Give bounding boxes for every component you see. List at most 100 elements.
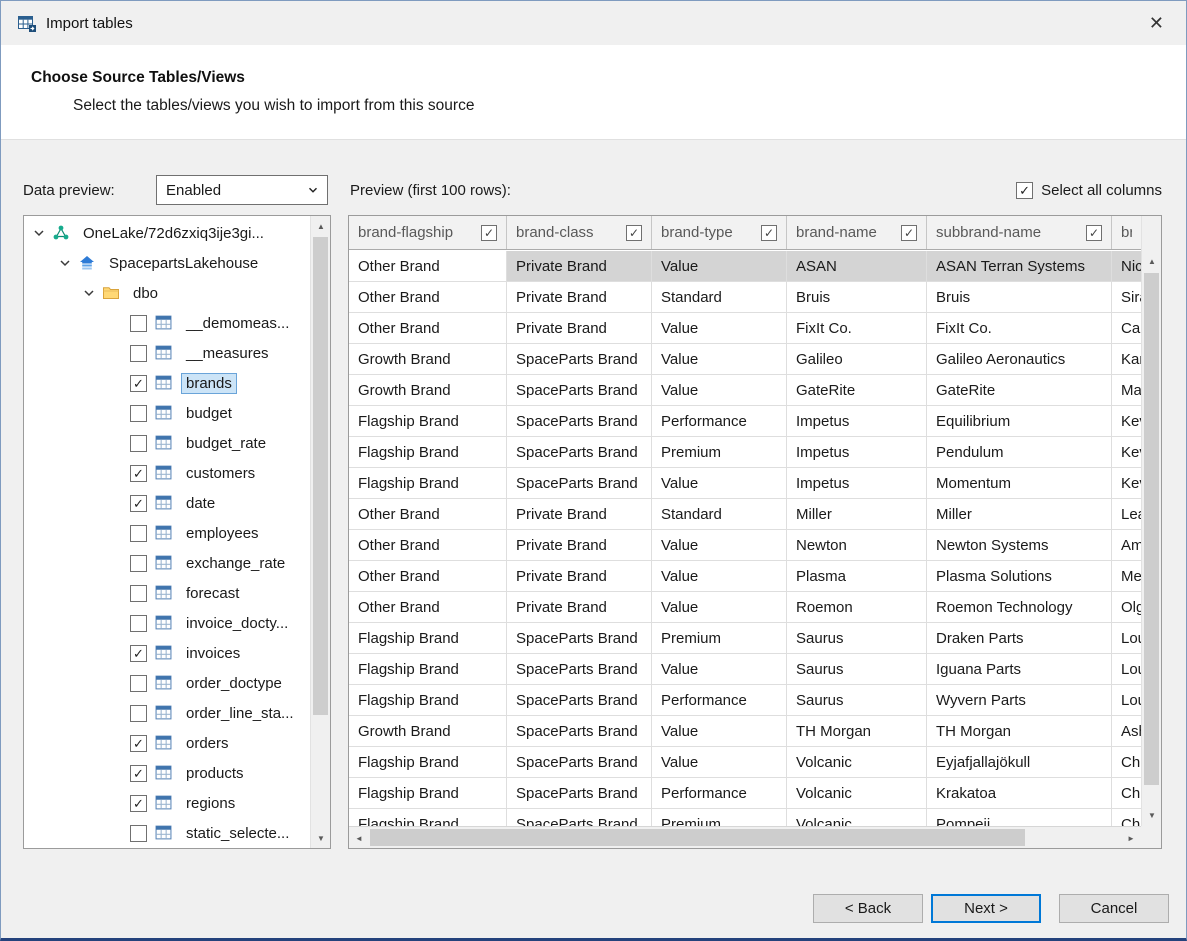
column-checkbox[interactable] bbox=[761, 225, 777, 241]
grid-vertical-scrollbar[interactable] bbox=[1141, 216, 1161, 848]
scroll-left-icon[interactable] bbox=[349, 828, 369, 848]
tree-table-item[interactable]: date bbox=[24, 488, 310, 518]
table-row[interactable]: Flagship Brand SpaceParts Brand Value Im… bbox=[349, 468, 1141, 499]
chevron-expanded-icon[interactable] bbox=[82, 286, 96, 300]
table-row[interactable]: Other Brand Private Brand Standard Mille… bbox=[349, 499, 1141, 530]
tree-table-item[interactable]: regions bbox=[24, 788, 310, 818]
back-button[interactable]: < Back bbox=[813, 894, 923, 923]
column-checkbox[interactable] bbox=[1086, 225, 1102, 241]
table-row[interactable]: Growth Brand SpaceParts Brand Value Gate… bbox=[349, 375, 1141, 406]
cell-brand-class: SpaceParts Brand bbox=[507, 437, 652, 467]
table-checkbox[interactable] bbox=[130, 375, 147, 392]
tree-table-item[interactable]: brands bbox=[24, 368, 310, 398]
grid-hscrollbar-thumb[interactable] bbox=[370, 829, 1025, 846]
column-header-brand-class[interactable]: brand-class bbox=[507, 216, 652, 249]
scroll-down-icon[interactable] bbox=[311, 828, 331, 848]
table-checkbox[interactable] bbox=[130, 525, 147, 542]
column-header-subbrand-name[interactable]: subbrand-name bbox=[927, 216, 1112, 249]
onelake-icon bbox=[52, 224, 70, 242]
table-row[interactable]: Growth Brand SpaceParts Brand Value TH M… bbox=[349, 716, 1141, 747]
table-row[interactable]: Flagship Brand SpaceParts Brand Premium … bbox=[349, 437, 1141, 468]
table-row[interactable]: Other Brand Private Brand Value ASAN ASA… bbox=[349, 251, 1141, 282]
table-checkbox[interactable] bbox=[130, 465, 147, 482]
tree-table-item[interactable]: invoices bbox=[24, 638, 310, 668]
select-all-columns[interactable]: Select all columns bbox=[1016, 182, 1162, 199]
table-checkbox[interactable] bbox=[130, 345, 147, 362]
grid-vscrollbar-thumb[interactable] bbox=[1144, 273, 1159, 785]
cell-brand-class: Private Brand bbox=[507, 313, 652, 343]
table-checkbox[interactable] bbox=[130, 795, 147, 812]
chevron-expanded-icon[interactable] bbox=[32, 226, 46, 240]
table-row[interactable]: Growth Brand SpaceParts Brand Value Gali… bbox=[349, 344, 1141, 375]
column-header-brand-flagship[interactable]: brand-flagship bbox=[349, 216, 507, 249]
cell-brand-flagship: Other Brand bbox=[349, 530, 507, 560]
table-row[interactable]: Flagship Brand SpaceParts Brand Performa… bbox=[349, 406, 1141, 437]
table-row[interactable]: Other Brand Private Brand Value FixIt Co… bbox=[349, 313, 1141, 344]
table-row[interactable]: Flagship Brand SpaceParts Brand Performa… bbox=[349, 778, 1141, 809]
tree-node-lakehouse[interactable]: SpacepartsLakehouse bbox=[24, 248, 310, 278]
table-row[interactable]: Other Brand Private Brand Value Newton N… bbox=[349, 530, 1141, 561]
table-checkbox[interactable] bbox=[130, 435, 147, 452]
close-icon[interactable]: ✕ bbox=[1143, 11, 1170, 36]
table-checkbox[interactable] bbox=[130, 765, 147, 782]
scroll-right-icon[interactable] bbox=[1121, 828, 1141, 848]
tree-table-item[interactable]: products bbox=[24, 758, 310, 788]
select-all-checkbox[interactable] bbox=[1016, 182, 1033, 199]
table-checkbox[interactable] bbox=[130, 405, 147, 422]
tree-table-item[interactable]: order_line_sta... bbox=[24, 698, 310, 728]
table-checkbox[interactable] bbox=[130, 315, 147, 332]
tree-table-item[interactable]: budget_rate bbox=[24, 428, 310, 458]
table-checkbox[interactable] bbox=[130, 555, 147, 572]
column-checkbox[interactable] bbox=[901, 225, 917, 241]
cancel-button[interactable]: Cancel bbox=[1059, 894, 1169, 923]
table-checkbox[interactable] bbox=[130, 645, 147, 662]
table-row[interactable]: Flagship Brand SpaceParts Brand Premium … bbox=[349, 623, 1141, 654]
scroll-down-icon[interactable] bbox=[1142, 805, 1162, 825]
column-header-brand-name[interactable]: brand-name bbox=[787, 216, 927, 249]
table-row[interactable]: Other Brand Private Brand Value Roemon R… bbox=[349, 592, 1141, 623]
table-row[interactable]: Other Brand Private Brand Standard Bruis… bbox=[349, 282, 1141, 313]
tree-table-item[interactable]: exchange_rate bbox=[24, 548, 310, 578]
table-checkbox[interactable] bbox=[130, 615, 147, 632]
grid-horizontal-scrollbar[interactable] bbox=[349, 826, 1141, 848]
tree-table-item[interactable]: static_selecte... bbox=[24, 818, 310, 848]
cell-brand-flagship: Other Brand bbox=[349, 561, 507, 591]
column-header-brand-type[interactable]: brand-type bbox=[652, 216, 787, 249]
scroll-up-icon[interactable] bbox=[1142, 251, 1162, 271]
tree-table-item[interactable]: __demomeas... bbox=[24, 308, 310, 338]
table-name: products bbox=[181, 763, 249, 784]
table-checkbox[interactable] bbox=[130, 735, 147, 752]
table-row[interactable]: Flagship Brand SpaceParts Brand Value Vo… bbox=[349, 747, 1141, 778]
tree-scrollbar[interactable] bbox=[310, 216, 330, 848]
table-row[interactable]: Flagship Brand SpaceParts Brand Premium … bbox=[349, 809, 1141, 826]
scroll-up-icon[interactable] bbox=[311, 216, 331, 236]
tree-node-dbo[interactable]: dbo bbox=[24, 278, 310, 308]
tree-table-item[interactable]: budget bbox=[24, 398, 310, 428]
tree-table-item[interactable]: orders bbox=[24, 728, 310, 758]
table-checkbox[interactable] bbox=[130, 495, 147, 512]
next-button[interactable]: Next > bbox=[931, 894, 1041, 923]
table-checkbox[interactable] bbox=[130, 705, 147, 722]
table-checkbox[interactable] bbox=[130, 825, 147, 842]
table-row[interactable]: Other Brand Private Brand Value Plasma P… bbox=[349, 561, 1141, 592]
data-preview-dropdown[interactable]: Enabled bbox=[156, 175, 328, 205]
tree-node-onelake[interactable]: OneLake/72d6zxiq3ije3gi... bbox=[24, 218, 310, 248]
table-row[interactable]: Flagship Brand SpaceParts Brand Value Sa… bbox=[349, 654, 1141, 685]
tree-table-item[interactable]: order_doctype bbox=[24, 668, 310, 698]
table-row[interactable]: Flagship Brand SpaceParts Brand Performa… bbox=[349, 685, 1141, 716]
column-checkbox[interactable] bbox=[481, 225, 497, 241]
tree-table-item[interactable]: forecast bbox=[24, 578, 310, 608]
chevron-expanded-icon[interactable] bbox=[58, 256, 72, 270]
cell-brand-type: Value bbox=[652, 375, 787, 405]
column-header-brand[interactable]: brand bbox=[1112, 216, 1141, 249]
column-checkbox[interactable] bbox=[626, 225, 642, 241]
tree-table-item[interactable]: invoice_docty... bbox=[24, 608, 310, 638]
tree-table-item[interactable]: employees bbox=[24, 518, 310, 548]
tree-scrollbar-thumb[interactable] bbox=[313, 237, 328, 715]
tree-table-item[interactable]: customers bbox=[24, 458, 310, 488]
table-checkbox[interactable] bbox=[130, 675, 147, 692]
table-checkbox[interactable] bbox=[130, 585, 147, 602]
tree-table-item[interactable]: __measures bbox=[24, 338, 310, 368]
table-name: invoice_docty... bbox=[181, 613, 293, 634]
cell-brand-name: Miller bbox=[787, 499, 927, 529]
